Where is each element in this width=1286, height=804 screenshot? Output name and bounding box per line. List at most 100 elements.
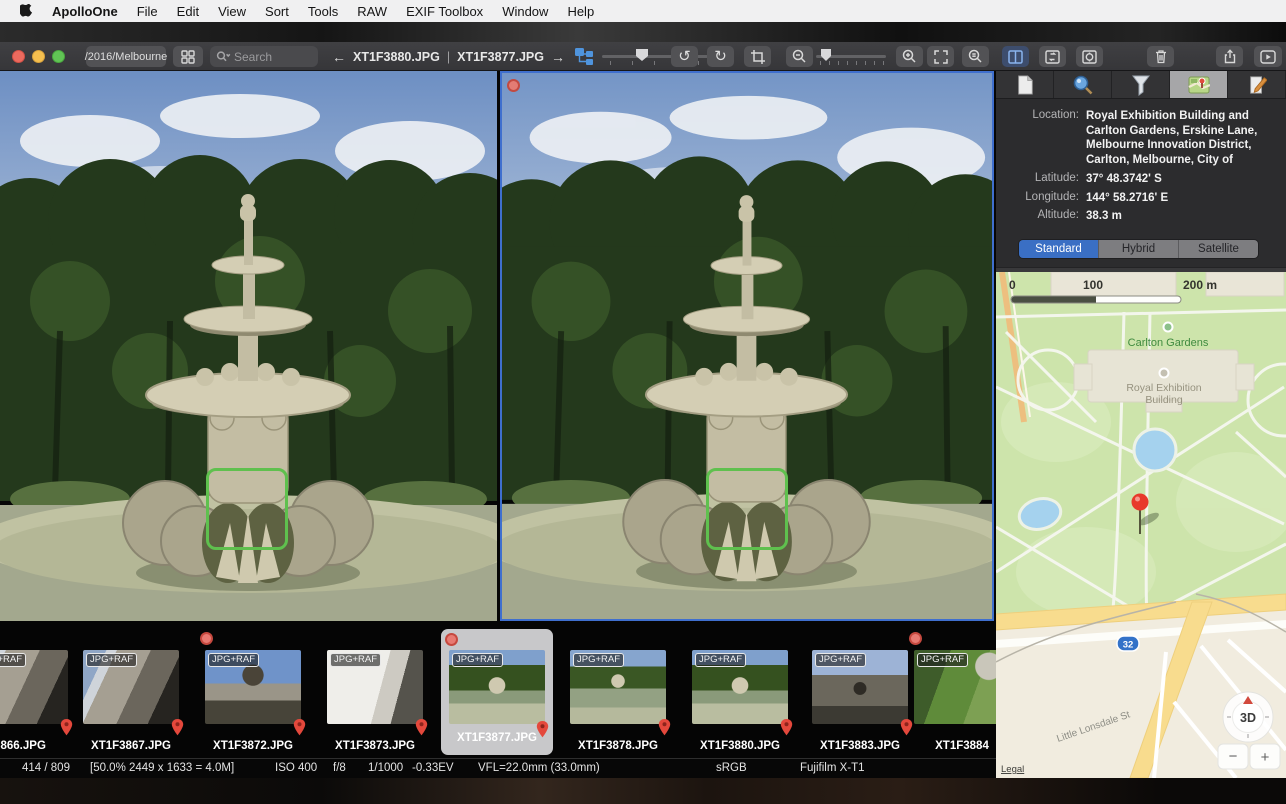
crop-icon [751, 50, 765, 64]
zoom-out-button[interactable] [786, 46, 813, 67]
folder-tree-icon[interactable] [575, 47, 594, 71]
route-badge-label: 32 [1123, 640, 1134, 651]
tab-map-active[interactable] [1170, 71, 1228, 98]
format-badge: JPG+RAF [86, 653, 137, 667]
tab-edit[interactable] [1228, 71, 1286, 98]
status-camera-model: Fujifilm X-T1 [800, 762, 865, 774]
folder-path-button[interactable]: /2016/Melbourne [86, 46, 166, 67]
thumbnail-size-slider-thumb[interactable] [636, 49, 648, 61]
format-badge: JPG+RAF [330, 653, 381, 667]
zoom-in-button[interactable] [896, 46, 923, 67]
pencil-icon [1247, 74, 1267, 96]
menu-bar: ApolloOne File Edit View Sort Tools RAW … [0, 0, 1286, 22]
map-zoom-out-button[interactable]: − [1218, 744, 1248, 769]
filmstrip-item[interactable]: JPG+RAF XT1F3880.JPG [687, 621, 793, 758]
map-mode-segmented-control: Standard Hybrid Satellite [1018, 239, 1259, 259]
rotate-right-button[interactable]: ↻ [707, 46, 734, 67]
menu-item-edit[interactable]: Edit [177, 4, 199, 19]
photo-pane-right-selected[interactable] [500, 71, 994, 621]
menu-app-name[interactable]: ApolloOne [52, 4, 118, 19]
close-window-button[interactable] [12, 50, 25, 63]
compare-view-button[interactable] [1002, 46, 1029, 67]
menu-item-help[interactable]: Help [567, 4, 594, 19]
thumbnail-image: JPG+RAF [812, 650, 908, 724]
map-zoom-in-button[interactable]: + [1250, 744, 1280, 769]
zoom-window-button[interactable] [52, 50, 65, 63]
geotag-pin-icon [293, 719, 306, 741]
thumbnail-image: JPG+RAF [205, 650, 301, 724]
tab-filter[interactable] [1112, 71, 1170, 98]
split-view-icon [1008, 50, 1023, 64]
menu-item-raw[interactable]: RAW [357, 4, 387, 19]
thumbnail-filename: XT1F3884 [909, 740, 996, 752]
format-badge: JPG+RAF [452, 653, 503, 667]
map-legal-link[interactable]: Legal [1001, 764, 1024, 775]
longitude-value: 144° 58.2716' E [1086, 191, 1271, 206]
location-value: Royal Exhibition Building and Carlton Ga… [1086, 109, 1271, 168]
status-focal-length: VFL=22.0mm (33.0mm) [478, 762, 600, 774]
status-zoom-dimensions: [50.0% 2449 x 1633 = 4.0M] [90, 762, 234, 774]
geotag-pin-icon [780, 719, 793, 741]
desktop-background-bottom [0, 778, 1286, 804]
prev-file-arrow[interactable]: ← [332, 49, 346, 65]
menu-item-sort[interactable]: Sort [265, 4, 289, 19]
crop-button[interactable] [744, 46, 771, 67]
funnel-icon [1131, 74, 1151, 96]
browser-grid-button[interactable] [173, 46, 203, 67]
zoom-slider-thumb[interactable] [821, 49, 831, 61]
rotate-right-icon: ↻ [714, 49, 727, 64]
park-label: Carlton Gardens [1128, 337, 1209, 349]
sync-pan-zoom-button[interactable] [1076, 46, 1103, 67]
thumbnail-image: JPG+RAF [692, 650, 788, 724]
format-badge: JPG+RAF [573, 653, 624, 667]
menu-item-tools[interactable]: Tools [308, 4, 338, 19]
map-view[interactable]: 32 Little Lonsdale St Carlton Gardens Ro… [996, 272, 1286, 778]
trash-button[interactable] [1147, 46, 1174, 67]
menu-item-file[interactable]: File [137, 4, 158, 19]
building-label-line2: Building [1145, 394, 1183, 406]
status-color-space: sRGB [716, 762, 747, 774]
filmstrip-item[interactable]: JPG+RAF XT1F3884 [909, 621, 996, 758]
desktop-background-top [0, 22, 1286, 42]
menu-item-window[interactable]: Window [502, 4, 548, 19]
flag-dot-icon [445, 633, 458, 646]
sync-target-icon [1082, 50, 1097, 64]
thumbnail-filename: XT1F3872.JPG [200, 740, 306, 752]
filmstrip-item[interactable]: JPG+RAF XT1F3867.JPG [78, 621, 184, 758]
fit-to-window-button[interactable] [927, 46, 954, 67]
latitude-label: Latitude: [996, 172, 1086, 187]
filmstrip-item[interactable]: JPG+RAF 3866.JPG [0, 621, 73, 758]
map-mode-row: Standard Hybrid Satellite [996, 234, 1286, 264]
thumbnail-image: JPG+RAF [570, 650, 666, 724]
exif-side-panel: Location: Royal Exhibition Building and … [996, 71, 1286, 778]
filmstrip-item[interactable]: JPG+RAF XT1F3883.JPG [807, 621, 913, 758]
menu-item-exif-toolbox[interactable]: EXIF Toolbox [406, 4, 483, 19]
filmstrip-item[interactable]: JPG+RAF XT1F3878.JPG [565, 621, 671, 758]
panel-tabs [996, 71, 1286, 99]
tab-search[interactable] [1054, 71, 1112, 98]
filmstrip-item[interactable]: JPG+RAF XT1F3872.JPG [200, 621, 306, 758]
slideshow-button[interactable] [1254, 46, 1282, 67]
share-button[interactable] [1216, 46, 1243, 67]
filmstrip-item[interactable]: JPG+RAF XT1F3873.JPG [322, 621, 428, 758]
menu-item-view[interactable]: View [218, 4, 246, 19]
apple-menu-icon[interactable] [20, 4, 33, 19]
map-mode-standard[interactable]: Standard [1019, 240, 1099, 258]
zoom-in-icon [902, 49, 917, 64]
scale-label-0: 0 [1009, 278, 1016, 292]
geotag-pin-icon [171, 719, 184, 741]
next-file-arrow[interactable]: → [551, 49, 565, 65]
rotate-left-button[interactable]: ↺ [671, 46, 698, 67]
geotag-pin-icon [536, 721, 549, 743]
location-info: Location: Royal Exhibition Building and … [996, 99, 1286, 234]
map-mode-hybrid[interactable]: Hybrid [1099, 240, 1179, 258]
actual-size-button[interactable] [962, 46, 989, 67]
swap-images-button[interactable] [1039, 46, 1066, 67]
minimize-window-button[interactable] [32, 50, 45, 63]
filmstrip-item-selected[interactable]: JPG+RAF XT1F3877.JPG [441, 629, 553, 755]
tab-metadata[interactable] [996, 71, 1054, 98]
map-compass-3d-button[interactable]: 3D [1223, 692, 1273, 742]
search-input[interactable]: Search [210, 46, 318, 67]
photo-pane-left[interactable] [0, 71, 497, 621]
map-mode-satellite[interactable]: Satellite [1179, 240, 1258, 258]
